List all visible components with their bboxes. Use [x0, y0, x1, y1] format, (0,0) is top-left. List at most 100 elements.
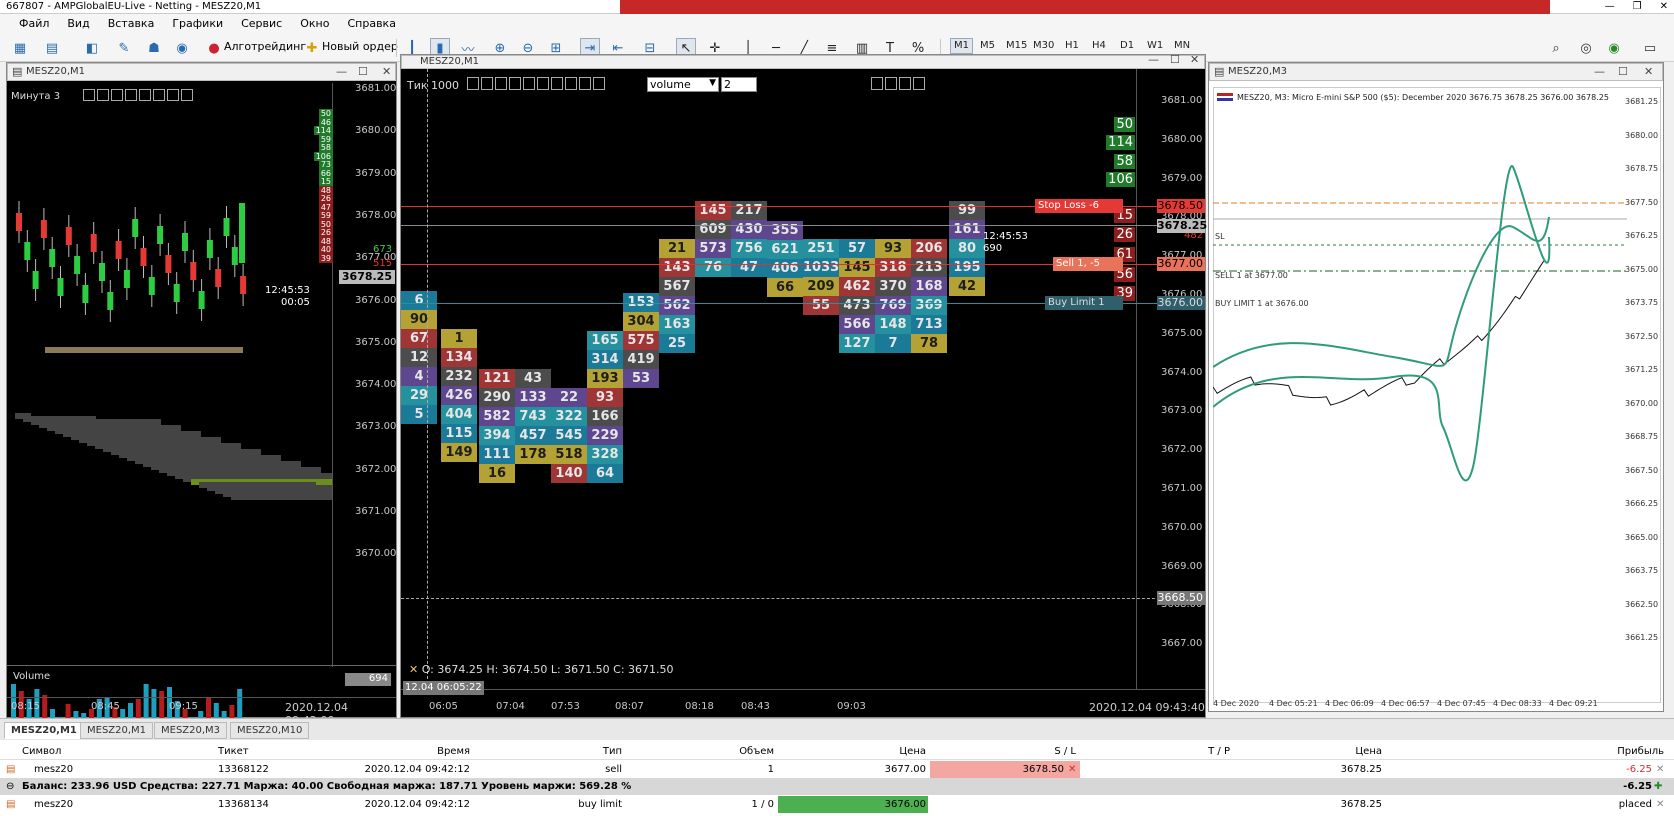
minimize-icon[interactable]: — [336, 64, 347, 80]
col-cur-price[interactable]: Цена [1260, 743, 1382, 760]
profiles-icon[interactable]: ▤ [42, 38, 62, 58]
tf-d1[interactable]: D1 [1120, 40, 1134, 51]
signal-icon[interactable]: ◉ [1604, 38, 1624, 58]
footprint-cell: 328 [587, 445, 623, 464]
table-row[interactable]: ▤ mesz20 13368134 2020.12.04 09:42:12 bu… [0, 796, 1674, 813]
menu-insert[interactable]: Вставка [99, 14, 164, 34]
footprint-cell: 66 [767, 278, 803, 297]
time-axis-line [401, 689, 1205, 690]
account-icon[interactable]: ◎ [1576, 38, 1596, 58]
row-status: placed [1618, 799, 1652, 810]
crosshair-h [401, 598, 1205, 599]
menu-window[interactable]: Окно [291, 14, 338, 34]
price-tick: 3662.50 [1625, 599, 1659, 609]
time-label: 08:45 [91, 701, 120, 712]
footprint-cell: 713 [911, 315, 947, 334]
footprint-cell: 206 [911, 239, 947, 258]
minimize-icon[interactable]: — [1594, 64, 1605, 80]
algo-trading-icon[interactable]: ● [204, 38, 224, 58]
crosshair-tool-icon[interactable]: ✕ [409, 663, 418, 676]
search-icon[interactable]: ⌕ [1546, 38, 1566, 58]
minimize-icon[interactable]: — [1148, 54, 1159, 66]
menu-view[interactable]: Вид [58, 14, 98, 34]
axis-line [1136, 69, 1137, 689]
close-position-icon[interactable]: ✕ [1656, 761, 1664, 778]
footprint-cell: 145 [695, 201, 731, 220]
candle [206, 240, 213, 258]
menu-tools[interactable]: Сервис [232, 14, 291, 34]
remove-sl-icon[interactable]: ✕ [1068, 761, 1076, 778]
new-order-button[interactable]: Новый ордер [322, 40, 398, 53]
price-tick: 3674.00 [355, 379, 397, 391]
tf-mn[interactable]: MN [1174, 40, 1190, 51]
col-symbol[interactable]: Символ [22, 743, 61, 760]
tf-h4[interactable]: H4 [1092, 40, 1106, 51]
close-button[interactable]: ✕ [1660, 0, 1668, 14]
menu-file[interactable]: Файл [10, 14, 58, 34]
candle [32, 271, 39, 289]
row-symbol: mesz20 [34, 799, 74, 810]
terminal-icon[interactable]: ◉ [172, 38, 192, 58]
close-icon[interactable]: ✕ [1644, 64, 1653, 80]
bollinger-band [1213, 165, 1551, 482]
footprint-cell: 21 [659, 239, 695, 258]
restore-icon[interactable]: ☐ [358, 64, 368, 80]
tab-mesz20-m1[interactable]: MESZ20,M1 [4, 722, 84, 739]
tf-m15[interactable]: M15 [1006, 40, 1027, 51]
collapse-icon[interactable]: ⊖ [6, 778, 14, 795]
col-sl[interactable]: S / L [960, 743, 1076, 760]
footprint-cell: 621 [767, 240, 803, 259]
close-icon[interactable]: ✕ [382, 64, 391, 80]
col-type[interactable]: Тип [520, 743, 622, 760]
navigator-icon[interactable]: ✎ [114, 38, 134, 58]
footprint-cell: 355 [767, 221, 803, 240]
footprint-cell: 756 [731, 239, 767, 258]
restore-icon[interactable]: ☐ [1618, 64, 1628, 80]
maximize-button[interactable]: ❐ [1633, 0, 1642, 14]
vps-icon[interactable]: ▭ [1640, 38, 1660, 58]
price-tick: 3680.00 [355, 125, 397, 137]
add-icon[interactable]: ✚ [1654, 778, 1662, 795]
minimize-button[interactable]: — [1605, 0, 1615, 14]
price-tick: 3673.75 [1625, 298, 1659, 307]
delete-order-icon[interactable]: ✕ [1656, 796, 1664, 813]
stop-loss-tag[interactable]: Stop Loss -6 [1035, 199, 1123, 213]
tf-m30[interactable]: M30 [1033, 40, 1054, 51]
footprint-cell: 518 [551, 445, 587, 464]
menu-charts[interactable]: Графики [163, 14, 232, 34]
col-tp[interactable]: T / P [1120, 743, 1230, 760]
col-profit[interactable]: Прибыль [1550, 743, 1664, 760]
new-chart-icon[interactable]: ▦ [10, 38, 30, 58]
col-time[interactable]: Время [330, 743, 470, 760]
footprint-cell: 562 [659, 296, 695, 315]
signals-icon[interactable]: ☗ [144, 38, 164, 58]
price-tick: 3678.75 [1625, 164, 1659, 173]
footprint-cell: 609 [695, 220, 731, 239]
col-price[interactable]: Цена [800, 743, 926, 760]
buy-limit-tag[interactable]: Buy Limit 1 [1045, 296, 1123, 310]
tf-h1[interactable]: H1 [1065, 40, 1079, 51]
balance-row: ⊖ Баланс: 233.96 USD Средства: 227.71 Ма… [0, 778, 1674, 795]
chart-tabs: MESZ20,M1 MESZ20,M1 MESZ20,M3 MESZ20,M10 [0, 718, 1674, 740]
market-watch-icon[interactable]: ◧ [82, 38, 102, 58]
stop-price-label: 3678.50 [1157, 199, 1205, 213]
tab-mesz20-m1-2[interactable]: MESZ20,M1 [80, 722, 154, 739]
m3-price-chart [1213, 165, 1627, 482]
new-order-icon[interactable]: ✚ [302, 38, 322, 58]
footprint-cell: 209 [803, 277, 839, 296]
footprint-cell: 573 [695, 239, 731, 258]
col-volume[interactable]: Объем [660, 743, 774, 760]
candle [223, 218, 230, 236]
price-tick: 3678.00 [355, 209, 397, 221]
tf-w1[interactable]: W1 [1147, 40, 1163, 51]
algo-trading-button[interactable]: Алготрейдинг [224, 40, 306, 53]
col-ticket[interactable]: Тикет [218, 743, 249, 760]
tf-m1[interactable]: M1 [950, 38, 973, 54]
tf-m5[interactable]: M5 [980, 40, 995, 51]
table-row[interactable]: ▤ mesz20 13368122 2020.12.04 09:42:12 se… [0, 761, 1674, 778]
tab-mesz20-m3[interactable]: MESZ20,M3 [154, 722, 228, 739]
sell-tag[interactable]: Sell 1, -5 [1053, 257, 1123, 271]
tab-mesz20-m10[interactable]: MESZ20,M10 [230, 722, 310, 739]
footprint-cell: 322 [551, 407, 587, 426]
menu-help[interactable]: Справка [338, 14, 404, 34]
